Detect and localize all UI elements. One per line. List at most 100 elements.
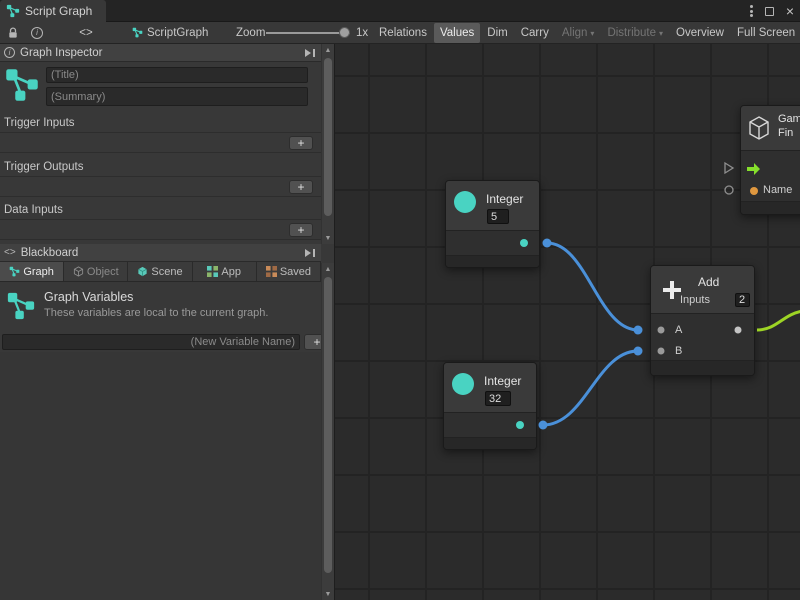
tab-graph[interactable]: Graph (0, 262, 64, 281)
inputs-label: Inputs (680, 294, 710, 306)
blackboard-tabs: Graph Object Scene App (0, 262, 321, 282)
add-data-input-button[interactable]: + (289, 223, 313, 237)
lock-icon[interactable] (2, 22, 24, 43)
dock-panel-icon[interactable] (303, 48, 317, 58)
add-trigger-output-button[interactable]: + (289, 180, 313, 194)
script-graph-window: Script Graph × i <> (0, 0, 800, 600)
graph-inspector-title: Graph Inspector (20, 47, 102, 59)
chevron-down-icon: ▾ (659, 29, 663, 38)
overview-button[interactable]: Overview (670, 23, 730, 43)
app-tab-icon (207, 266, 218, 277)
graph-asset-label: ScriptGraph (132, 22, 208, 43)
tab-saved[interactable]: Saved (257, 262, 321, 281)
scroll-down-icon[interactable]: ▼ (322, 232, 334, 244)
section-trigger-outputs: Trigger Outputs (4, 161, 83, 173)
graph-variables-icon (6, 290, 36, 322)
integer5-connection-dot[interactable] (543, 239, 552, 248)
node-partial[interactable]: Gam Fin Name (740, 105, 800, 215)
graph-variables-subtitle: These variables are local to the current… (44, 307, 268, 319)
integer-icon (452, 373, 474, 395)
zoom-value: 1x (356, 22, 368, 43)
window-tab-title: Script Graph (25, 4, 92, 18)
partial-flow-input-port[interactable] (725, 163, 733, 173)
values-button[interactable]: Values (434, 23, 480, 43)
section-trigger-inputs: Trigger Inputs (4, 117, 75, 129)
flow-arrow-icon (747, 162, 761, 176)
blackboard-header: <> Blackboard (0, 244, 321, 262)
add-trigger-input-button[interactable]: + (289, 136, 313, 150)
blackboard-empty-area (0, 352, 321, 600)
port-b-label: B (675, 345, 682, 357)
inputs-count-field[interactable]: 2 (735, 293, 750, 307)
node-title: Add (698, 275, 719, 289)
code-icon: <> (4, 247, 16, 258)
scroll-up-icon[interactable]: ▲ (322, 44, 334, 56)
distribute-button[interactable]: Distribute▾ (601, 23, 669, 43)
inspector-scrollbar[interactable]: ▲ ▼ (321, 44, 334, 244)
trigger-inputs-list: + (0, 133, 321, 153)
trigger-outputs-list: + (0, 177, 321, 197)
side-panel: i Graph Inspector (Title) (Summary) Trig… (0, 44, 335, 600)
wire-add-output (757, 311, 800, 330)
window-titlebar: Script Graph × (0, 0, 800, 22)
relations-button[interactable]: Relations (373, 23, 433, 43)
info-icon[interactable]: i (26, 22, 48, 43)
wire-integer32-to-add-b (543, 351, 638, 425)
wire-integer5-to-add-a (547, 243, 638, 330)
gameobject-cube-icon (747, 115, 771, 141)
node-integer-5[interactable]: Integer 5 (445, 180, 540, 268)
add-input-b-connection-dot[interactable] (634, 347, 643, 356)
scroll-down-icon[interactable]: ▼ (322, 588, 334, 600)
integer-value-field[interactable]: 5 (487, 209, 509, 224)
carry-button[interactable]: Carry (515, 23, 555, 43)
scrollbar-thumb[interactable] (324, 277, 332, 573)
scrollbar-thumb[interactable] (324, 58, 332, 216)
tab-scene[interactable]: Scene (128, 262, 192, 281)
fullscreen-button[interactable]: Full Screen (731, 23, 800, 43)
dim-button[interactable]: Dim (481, 23, 513, 43)
integer-value-field[interactable]: 32 (485, 391, 511, 406)
window-menu-icon[interactable] (750, 4, 753, 19)
node-title-line1: Gam (778, 113, 800, 125)
node-title: Integer (484, 374, 521, 388)
align-button[interactable]: Align▾ (556, 23, 601, 43)
scroll-up-icon[interactable]: ▲ (322, 263, 334, 275)
graph-asset-name: ScriptGraph (147, 27, 208, 39)
window-tab-script-graph[interactable]: Script Graph (0, 0, 106, 22)
partial-name-input-port[interactable] (725, 186, 733, 194)
close-icon[interactable]: × (786, 0, 794, 22)
graph-canvas[interactable]: Integer 5 Integer 32 Add Inputs (335, 44, 800, 600)
graph-tab-icon (9, 266, 20, 277)
dock-panel-icon[interactable] (303, 248, 317, 258)
blackboard-scrollbar[interactable]: ▲ ▼ (321, 263, 334, 600)
tab-object[interactable]: Object (64, 262, 128, 281)
toolbar-buttons: Relations Values Dim Carry Align▾ Distri… (373, 23, 800, 43)
code-icon: <> (79, 27, 92, 39)
object-tab-icon (73, 266, 84, 277)
graph-variables-title: Graph Variables (44, 290, 133, 304)
maximize-icon[interactable] (765, 7, 774, 16)
port-a-label: A (675, 324, 682, 336)
blackboard-title: Blackboard (21, 247, 79, 259)
name-port-dot[interactable] (750, 187, 758, 195)
node-title: Integer (486, 192, 523, 206)
tab-app[interactable]: App (193, 262, 257, 281)
graph-icon (4, 66, 40, 104)
graph-title-input[interactable]: (Title) (46, 67, 308, 83)
code-preview-button[interactable]: <> (56, 23, 116, 43)
data-inputs-list: + (0, 220, 321, 240)
new-variable-input[interactable]: (New Variable Name) (2, 334, 300, 350)
zoom-slider-track[interactable] (266, 32, 350, 34)
graph-asset-icon (132, 27, 143, 38)
integer32-connection-dot[interactable] (539, 421, 548, 430)
node-add[interactable]: Add Inputs 2 A B (650, 265, 755, 376)
zoom-label: Zoom (236, 22, 265, 43)
graph-inspector-header: i Graph Inspector (0, 44, 321, 62)
node-integer-32[interactable]: Integer 32 (443, 362, 537, 450)
node-title-line2: Fin (778, 127, 793, 139)
add-input-a-connection-dot[interactable] (634, 326, 643, 335)
name-port-label: Name (763, 184, 792, 196)
graph-summary-input[interactable]: (Summary) (46, 87, 308, 106)
zoom-slider-handle[interactable] (339, 27, 350, 38)
graph-toolbar: i <> ScriptGraph Zoom 1x Relations Value… (0, 22, 800, 44)
